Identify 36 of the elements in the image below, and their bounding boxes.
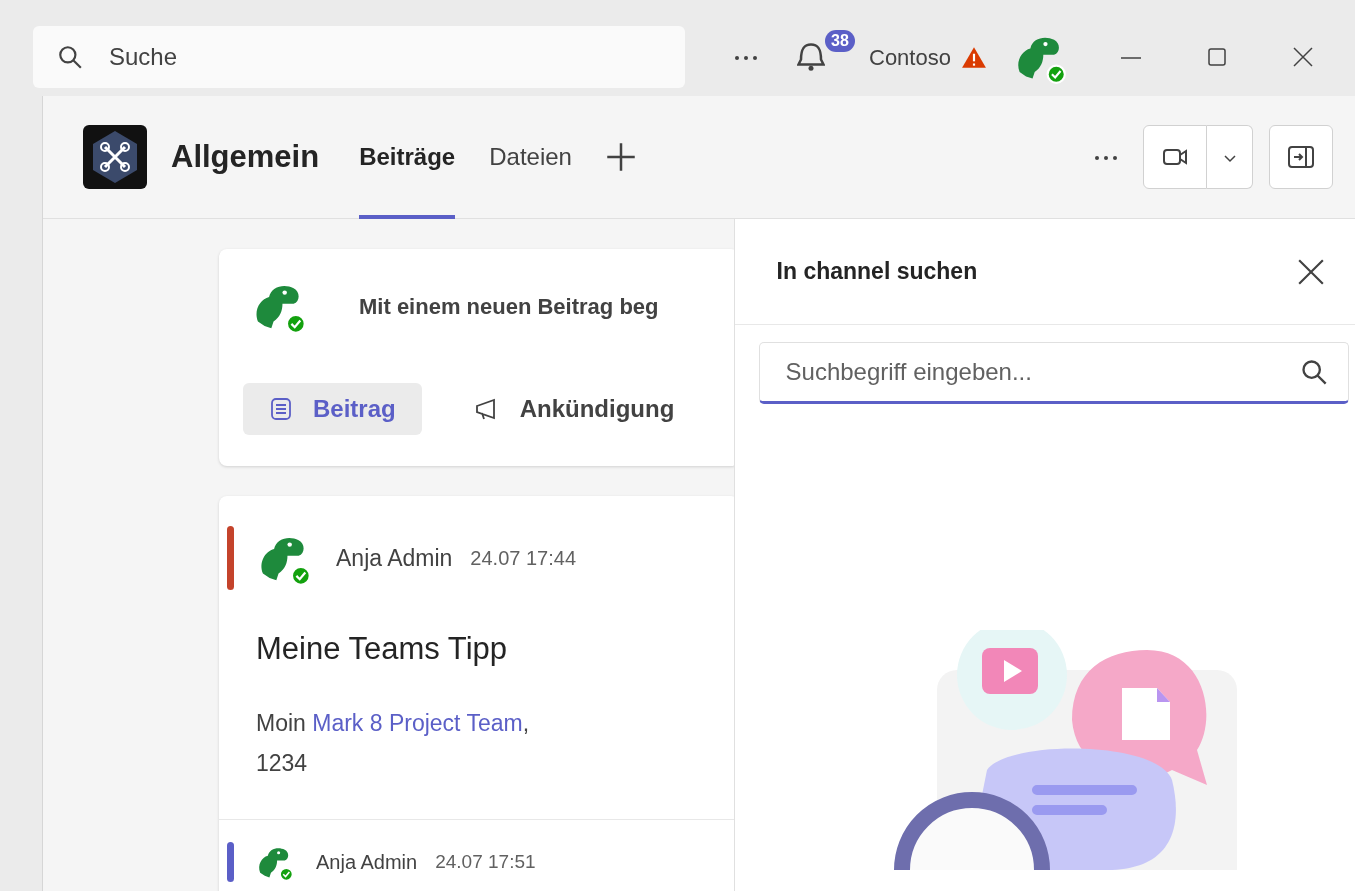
search-field[interactable]: Suche xyxy=(107,38,607,76)
team-logo-icon xyxy=(83,125,147,189)
bell-icon xyxy=(797,42,825,72)
warning-icon xyxy=(960,45,987,69)
compose-prompt[interactable]: Mit einem neuen Beitrag beg xyxy=(359,289,659,323)
video-call-button[interactable] xyxy=(1143,125,1207,189)
close-icon xyxy=(1297,257,1325,286)
post-text: Moin Mark 8 Project Team, 1234 xyxy=(256,708,531,778)
announcement-button[interactable]: Ankündigung xyxy=(445,383,701,435)
document-icon xyxy=(269,397,293,421)
plus-icon xyxy=(605,142,636,172)
close-icon xyxy=(1290,45,1315,69)
post-time: 24.07 17:44 xyxy=(470,546,576,571)
author-name: Anja Admin xyxy=(336,543,453,573)
channel-tab[interactable]: Dateien xyxy=(489,95,572,219)
search-icon xyxy=(57,44,83,70)
channel-search-bar[interactable]: Suchbegriff eingeben... xyxy=(758,342,1349,404)
close-button[interactable] xyxy=(1290,45,1315,69)
notifications-button[interactable] xyxy=(797,42,825,72)
panel-icon xyxy=(1286,144,1316,170)
mention-link[interactable]: Mark 8 Project Team xyxy=(312,709,523,736)
channel-title: Allgemein xyxy=(171,137,320,176)
post-button[interactable]: Beitrag xyxy=(243,383,422,435)
post-title: Meine Teams Tipp xyxy=(256,630,508,668)
post-time: 24.07 17:51 xyxy=(435,849,536,874)
add-tab-button[interactable] xyxy=(605,142,636,172)
author-name: Anja Admin xyxy=(316,850,418,875)
search-bar[interactable]: Suche xyxy=(33,26,685,88)
close-button[interactable] xyxy=(1297,257,1325,286)
panel-title: In channel suchen xyxy=(776,257,978,287)
notification-badge: 38 xyxy=(825,30,855,52)
minimize-icon xyxy=(1118,56,1143,59)
search-icon xyxy=(1300,358,1328,386)
organization-name: Contoso xyxy=(869,43,951,72)
channel-tab[interactable]: Beiträge xyxy=(359,95,456,219)
open-panel-button[interactable] xyxy=(1269,125,1333,189)
